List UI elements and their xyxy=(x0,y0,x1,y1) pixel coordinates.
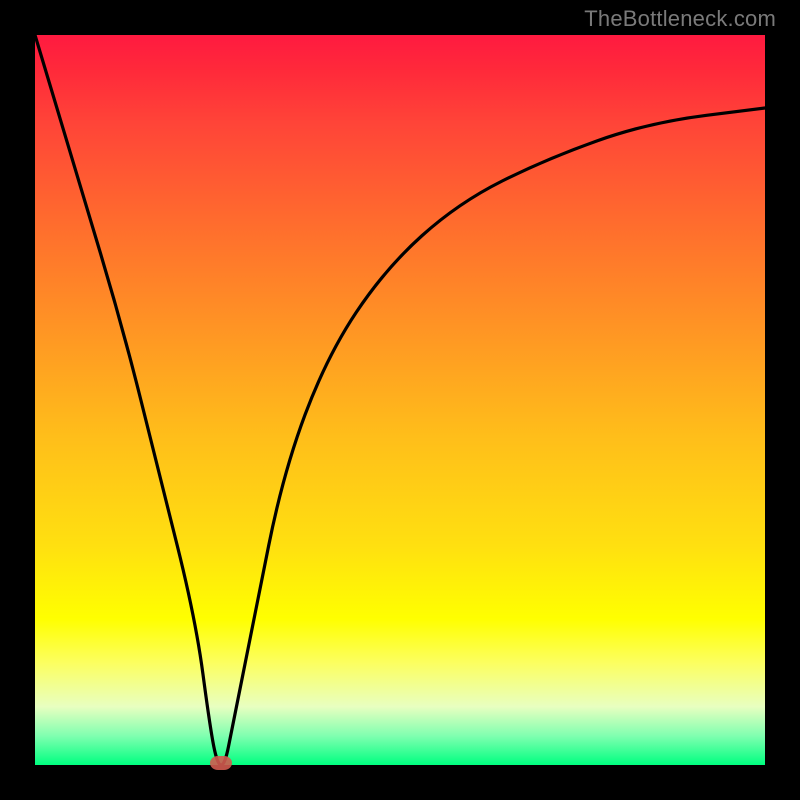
chart-frame: TheBottleneck.com xyxy=(0,0,800,800)
attribution-text: TheBottleneck.com xyxy=(584,6,776,32)
plot-area xyxy=(35,35,765,765)
optimum-marker xyxy=(210,756,232,770)
bottleneck-curve xyxy=(35,35,765,765)
